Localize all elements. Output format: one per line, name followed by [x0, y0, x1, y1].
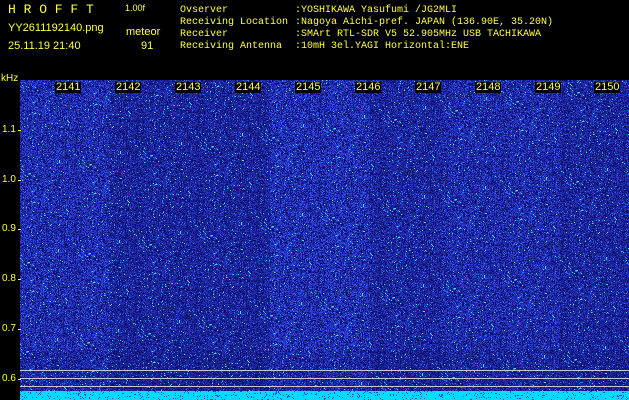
y-tick-label: 1.0 [2, 174, 16, 185]
datetime-label: 25.11.19 21:40 [8, 40, 81, 52]
guide-line [20, 378, 629, 379]
y-tick-mark [18, 329, 21, 330]
app-title: H R O F F T [8, 2, 94, 17]
info-value-antenna: :10mH 3el.YAGI Horizontal:ENE [295, 41, 470, 52]
time-tick-label: 2143 [175, 81, 202, 93]
time-tick-label: 2142 [115, 81, 142, 93]
spectrogram-screen: H R O F F T 1.00f YY2611192140.png 25.11… [0, 0, 629, 400]
info-label-antenna: Receiving Antenna [180, 41, 283, 52]
meteor-label: meteor [126, 26, 161, 38]
filename-label: YY2611192140.png [8, 22, 104, 34]
info-value-receiver: :SMArt RTL-SDR V5 52.905MHz USB TACHIKAW… [295, 29, 542, 40]
info-label-observer: Ovserver [180, 5, 229, 16]
time-tick-label: 2146 [355, 81, 382, 93]
y-tick-mark [18, 379, 21, 380]
y-tick-mark [18, 229, 21, 230]
time-tick-label: 2145 [295, 81, 322, 93]
info-value-observer: :YOSHIKAWA Yasufumi /JG2MLI [295, 5, 458, 16]
spectrogram-plot [20, 80, 629, 400]
version-label: 1.00f [125, 3, 146, 13]
guide-line [20, 386, 629, 387]
y-tick-label: 0.9 [2, 223, 16, 234]
time-tick-label: 2150 [594, 81, 621, 93]
y-tick-mark [18, 279, 21, 280]
time-tick-label: 2147 [415, 81, 442, 93]
y-tick-mark [18, 130, 21, 131]
y-tick-mark [18, 180, 21, 181]
guide-line [20, 370, 629, 371]
meteor-count: 91 [141, 40, 154, 52]
info-value-location: :Nagoya Aichi-pref. JAPAN (136.90E, 35.2… [295, 17, 554, 28]
y-unit-label: kHz [1, 73, 19, 84]
time-tick-label: 2148 [475, 81, 502, 93]
info-label-location: Receiving Location [180, 17, 289, 28]
time-tick-label: 2149 [535, 81, 562, 93]
y-tick-label: 0.8 [2, 273, 16, 284]
y-tick-label: 0.6 [2, 373, 16, 384]
info-label-receiver: Receiver [180, 29, 229, 40]
y-tick-label: 1.1 [2, 124, 16, 135]
time-tick-label: 2141 [55, 81, 82, 93]
y-tick-label: 0.7 [2, 323, 16, 334]
time-tick-label: 2144 [235, 81, 262, 93]
